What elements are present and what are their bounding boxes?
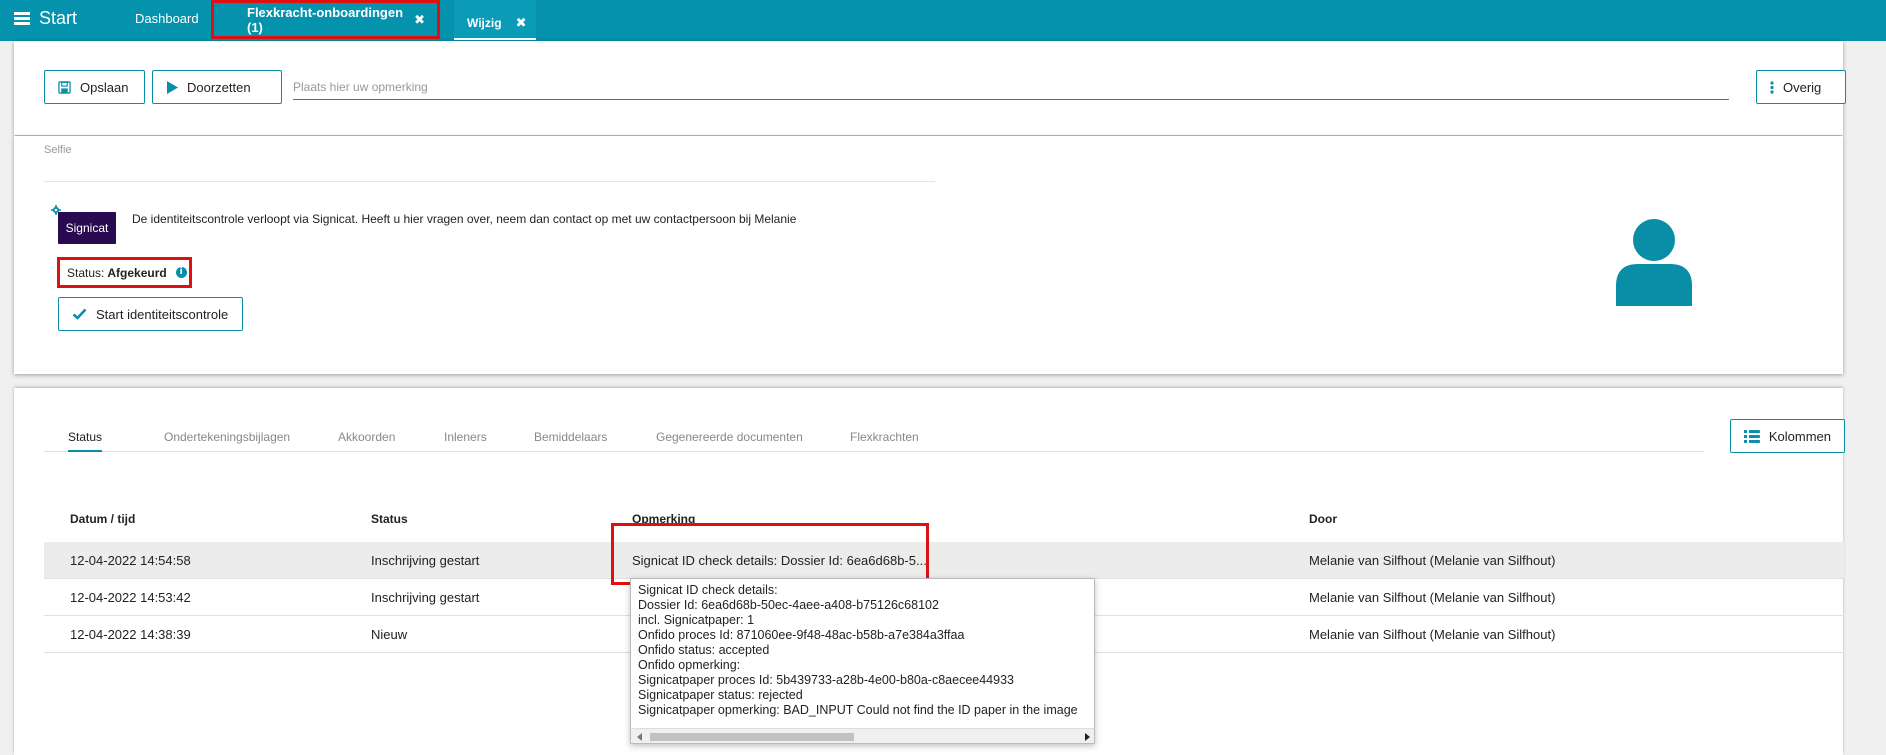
tab-wijzig[interactable]: Wijzig ✖ [454,0,536,40]
tab-akkoorden[interactable]: Akkoorden [338,420,395,452]
cell-by: Melanie van Silfhout (Melanie van Silfho… [1309,627,1556,642]
tooltip-line: Dossier Id: 6ea6d68b-50ec-4aee-a408-b751… [638,598,939,612]
close-icon[interactable]: ✖ [516,15,527,31]
signicat-logo: Signicat [58,212,116,244]
section-label: Selfie [44,144,72,156]
tooltip-line: Onfido proces Id: 871060ee-9f48-48ac-b58… [638,628,965,642]
status-label: Status: [67,265,105,280]
table-row[interactable]: 12-04-2022 14:54:58 Inschrijving gestart… [44,542,1844,579]
save-label: Opslaan [80,79,129,95]
divider [44,181,935,182]
logo-text: Signicat [65,221,109,235]
remark-tooltip: Signicat ID check details: Dossier Id: 6… [630,578,1095,744]
column-header-status[interactable]: Status [371,512,408,526]
forward-label: Doorzetten [187,79,251,95]
tab-flex-label: Flexkracht-onboardingen (1) [247,4,404,35]
tab-ondertekeningsbijlagen[interactable]: Ondertekeningsbijlagen [164,420,290,452]
floppy-disk-icon [58,80,71,94]
vertical-dots-icon [1770,80,1774,94]
tooltip-line: Signicatpaper proces Id: 5b439733-a28b-4… [638,673,1014,687]
cell-status: Nieuw [371,627,408,642]
start-menu-button[interactable]: Start [14,8,77,29]
column-header-by[interactable]: Door [1309,512,1337,526]
tab-dashboard-label: Dashboard [135,11,199,26]
info-icon[interactable]: i [175,267,187,278]
hamburger-menu-icon [14,12,30,25]
columns-label: Kolommen [1768,428,1831,444]
top-navigation-bar: Start Dashboard Flexkracht-onboardingen … [0,0,1886,41]
columns-button[interactable]: Kolommen [1730,419,1845,453]
cell-status: Inschrijving gestart [371,553,480,568]
tab-flexkracht-onboardingen[interactable]: Flexkracht-onboardingen (1) ✖ [211,0,440,39]
tooltip-line: Signicatpaper opmerking: BAD_INPUT Could… [638,703,1078,717]
checkmark-icon [72,308,87,320]
tooltip-line: Onfido status: accepted [638,643,770,657]
status-indicator: Status: Afgekeurd i [57,257,192,288]
cell-by: Melanie van Silfhout (Melanie van Silfho… [1309,590,1556,605]
tooltip-line: Onfido opmerking: [638,658,741,672]
tab-bemiddelaars[interactable]: Bemiddelaars [534,420,607,452]
more-label: Overig [1783,79,1822,95]
save-button[interactable]: Opslaan [44,70,145,104]
identity-check-info: De identiteitscontrole verloopt via Sign… [132,212,797,226]
tab-flexkrachten[interactable]: Flexkrachten [850,420,919,452]
start-label: Start [39,8,78,28]
horizontal-scrollbar[interactable] [631,728,1094,743]
tab-inleners[interactable]: Inleners [444,420,487,452]
tooltip-content: Signicat ID check details: Dossier Id: 6… [638,583,1078,718]
remark-highlight-box [611,523,929,585]
tab-dashboard[interactable]: Dashboard [135,0,199,39]
scroll-right-icon[interactable] [1085,733,1090,741]
tab-status[interactable]: Status [68,420,103,452]
tooltip-line: incl. Signicatpaper: 1 [638,613,755,627]
close-icon[interactable]: ✖ [414,12,425,28]
status-value: Afgekeurd [107,265,167,280]
toolbar-panel: Opslaan Doorzetten Overig [14,41,1846,135]
list-icon [1744,429,1760,443]
start-identity-check-label: Start identiteitscontrole [96,306,229,322]
forward-button[interactable]: Doorzetten [152,70,282,104]
scrollbar-thumb[interactable] [650,733,854,741]
start-identity-check-button[interactable]: Start identiteitscontrole [58,297,243,331]
tooltip-line: Signicat ID check details: [638,583,778,597]
user-avatar-icon [1616,219,1692,306]
cell-by: Melanie van Silfhout (Melanie van Silfho… [1309,553,1556,568]
scroll-left-icon[interactable] [637,733,642,741]
play-icon [167,80,178,94]
tooltip-line: Signicatpaper status: rejected [638,688,803,702]
cell-datetime: 12-04-2022 14:54:58 [70,553,191,568]
tab-wijzig-label: Wijzig [467,16,502,30]
remark-input[interactable] [293,74,1729,100]
cell-datetime: 12-04-2022 14:53:42 [70,590,191,605]
detail-tabs: Status Ondertekeningsbijlagen Akkoorden … [44,420,1704,452]
cell-status: Inschrijving gestart [371,590,480,605]
column-header-datetime[interactable]: Datum / tijd [70,512,135,526]
selfie-panel: Selfie Signicat De identiteitscontrole v… [14,136,1843,374]
cell-datetime: 12-04-2022 14:38:39 [70,627,191,642]
more-button[interactable]: Overig [1756,70,1846,104]
tab-gegenereerde-documenten[interactable]: Gegenereerde documenten [656,420,803,452]
